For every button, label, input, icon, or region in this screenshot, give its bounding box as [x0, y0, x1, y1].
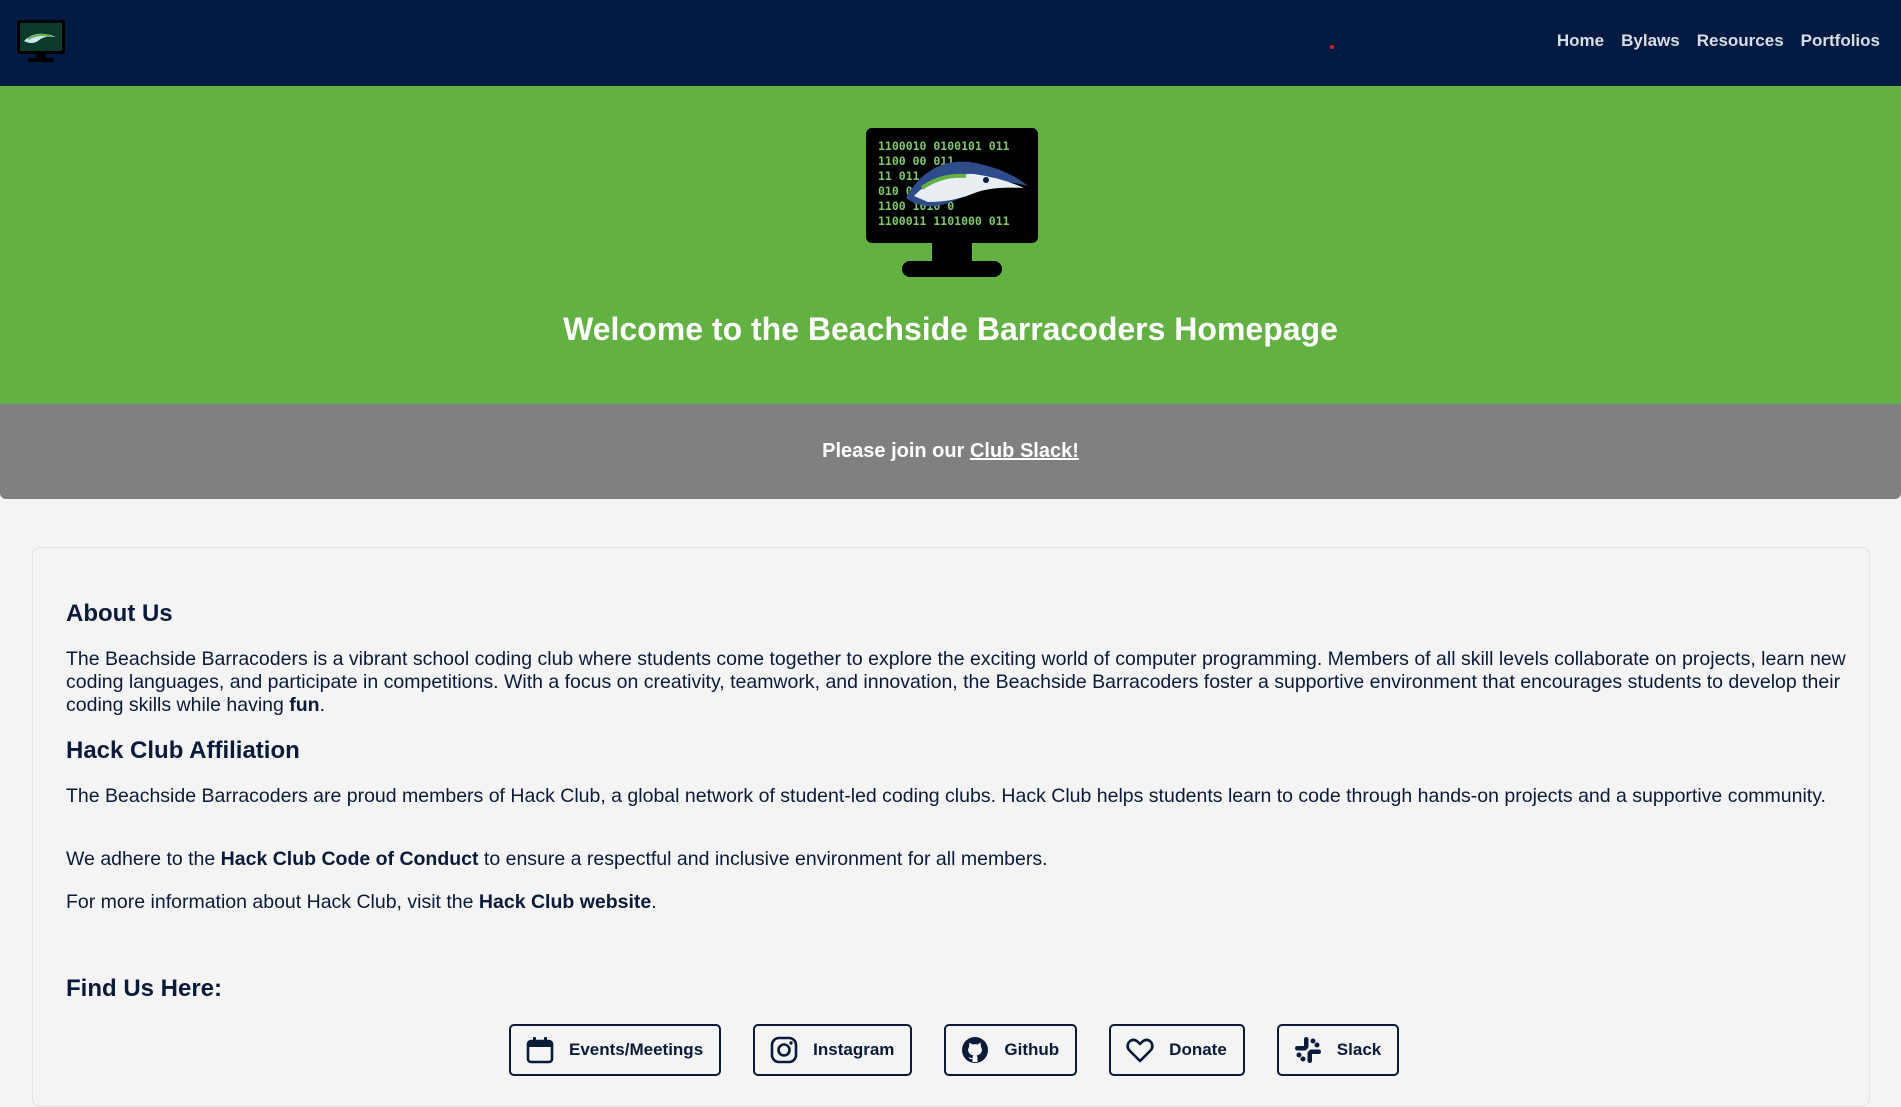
nav-links: Home Bylaws Resources Portfolios [1557, 31, 1880, 51]
nav-link-resources[interactable]: Resources [1697, 31, 1784, 51]
events-meetings-label: Events/Meetings [569, 1040, 704, 1059]
hack-club-heading: Hack Club Affiliation [66, 737, 300, 764]
code-of-conduct-link[interactable]: Hack Club Code of Conduct [221, 848, 479, 870]
nav-link-home[interactable]: Home [1557, 31, 1604, 51]
hack-club-website-link[interactable]: Hack Club website [479, 891, 651, 913]
find-us-heading: Find Us Here: [66, 975, 223, 1002]
club-slack-link[interactable]: Club Slack! [970, 440, 1079, 462]
nav-link-portfolios[interactable]: Portfolios [1801, 31, 1880, 51]
conduct-text-before: We adhere to the [66, 848, 221, 870]
code-line-6: 1100011 1101000 011 [878, 214, 1010, 228]
hero-section: 1100010 0100101 011 1100 00 011 11 011 0… [0, 86, 1901, 404]
website-text-before: For more information about Hack Club, vi… [66, 891, 479, 913]
about-text: The Beachside Barracoders is a vibrant s… [66, 648, 1846, 716]
code-line-1: 1100010 0100101 011 [878, 139, 1010, 153]
hack-club-paragraph-2: We adhere to the Hack Club Code of Condu… [66, 848, 1866, 871]
barracuda-monitor-logo-icon: 1100010 0100101 011 1100 00 011 11 011 0… [866, 128, 1038, 277]
github-button[interactable]: Github [944, 1024, 1078, 1076]
instagram-label: Instagram [813, 1040, 895, 1059]
content-card: About Us The Beachside Barracoders is a … [32, 547, 1870, 1107]
slack-icon [1294, 1037, 1321, 1063]
club-logo-icon[interactable] [16, 19, 66, 63]
about-bold-word: fun [289, 694, 320, 716]
top-navbar: Home Bylaws Resources Portfolios [0, 0, 1901, 86]
about-us-paragraph: The Beachside Barracoders is a vibrant s… [66, 648, 1866, 717]
about-text-end: . [319, 694, 326, 716]
nav-dot [1330, 45, 1334, 49]
hero-title: Welcome to the Beachside Barracoders Hom… [563, 311, 1338, 347]
slack-banner: Please join our Club Slack! [0, 404, 1901, 499]
banner-text: Please join our Club Slack! [0, 440, 1901, 463]
hack-club-paragraph-1: The Beachside Barracoders are proud memb… [66, 785, 1826, 807]
instagram-button[interactable]: Instagram [753, 1024, 913, 1076]
heart-icon [1126, 1038, 1154, 1063]
donate-label: Donate [1169, 1040, 1227, 1059]
calendar-icon [526, 1037, 554, 1064]
donate-button[interactable]: Donate [1109, 1024, 1245, 1076]
slack-button[interactable]: Slack [1276, 1024, 1400, 1076]
github-label: Github [1004, 1040, 1060, 1059]
github-icon [962, 1037, 989, 1063]
about-us-heading: About Us [66, 600, 173, 627]
hack-club-paragraph-3: For more information about Hack Club, vi… [66, 891, 1866, 914]
banner-prefix: Please join our [822, 440, 970, 462]
slack-label: Slack [1336, 1040, 1382, 1059]
website-text-after: . [651, 891, 657, 913]
code-line-3: 11 011 [878, 169, 920, 183]
find-us-buttons: Events/Meetings Instagram Github Donate [509, 1024, 1400, 1076]
instagram-icon [770, 1036, 798, 1064]
events-meetings-button[interactable]: Events/Meetings [509, 1024, 722, 1076]
nav-link-bylaws[interactable]: Bylaws [1621, 31, 1680, 51]
conduct-text-after: to ensure a respectful and inclusive env… [478, 848, 1048, 870]
